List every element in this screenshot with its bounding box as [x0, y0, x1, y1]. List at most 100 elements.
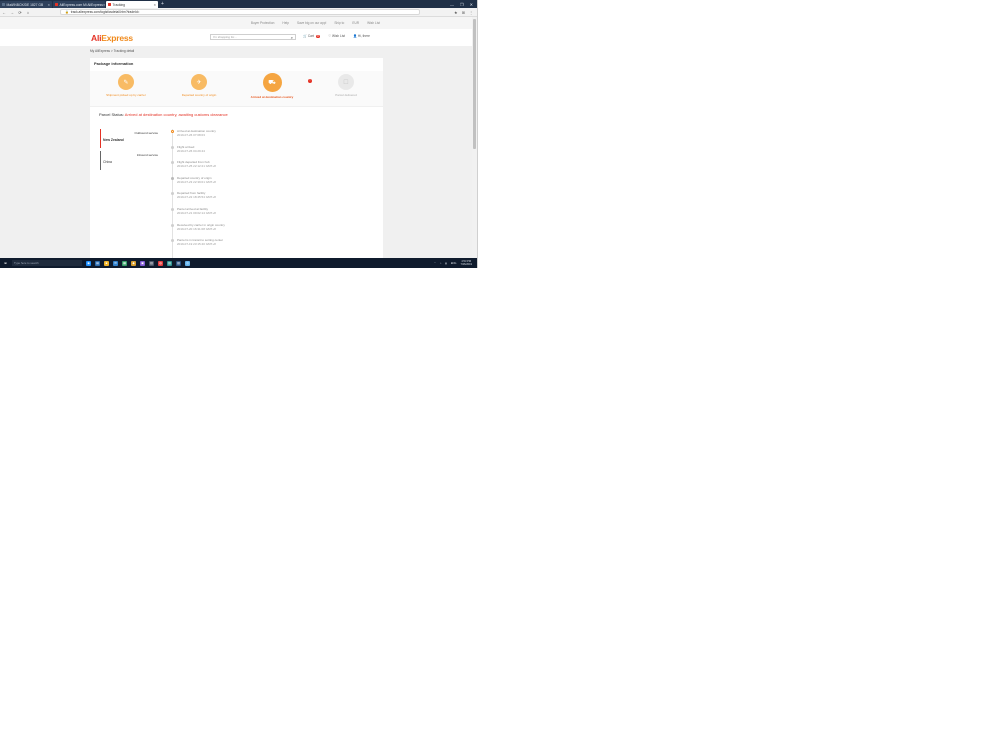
wishlist-top-link[interactable]: Wish List — [367, 21, 380, 25]
user-icon: 👤 — [352, 34, 357, 38]
service-tab-outbound[interactable]: Outbound service New Zealand — [100, 129, 160, 148]
timeline-dot-icon — [171, 239, 174, 243]
battery-icon[interactable]: ▮ — [445, 262, 446, 265]
url-field[interactable]: 🔒 track.aliexpress.com/logisticsdetail.h… — [60, 9, 420, 15]
parcel-status-panel: Parcel Status: Arrived at destination co… — [90, 107, 383, 259]
tab-label: Tracking — [112, 2, 126, 7]
wishlist-button[interactable]: ♡ Wish List — [328, 34, 345, 38]
service-tab-type: Outbound service — [134, 131, 158, 135]
step-delivered: ☐ Parcel delivered — [316, 74, 376, 97]
search-icon[interactable]: ⌕ — [291, 35, 293, 40]
site-top-nav: Buyer Protection Help Save big on our ap… — [0, 17, 472, 29]
timeline-event: Parcel is in transit to sorting center 2… — [171, 238, 373, 254]
breadcrumb[interactable]: My AliExpress > Tracking detail — [90, 49, 134, 53]
timeline-event: Departed country of origin 2019-07-23 22… — [171, 176, 373, 192]
taskbar-app-icon[interactable]: ▥ — [149, 260, 154, 266]
service-tab-inbound[interactable]: Inbound service China — [100, 151, 160, 170]
timeline-dot-icon — [171, 207, 174, 211]
tab-strip: Mail/INBOX/DE 1827 GB ✕ AliExpress.com M… — [0, 0, 477, 8]
step-picked-up: ✎ Shipment picked up by carrier — [96, 74, 156, 97]
timeline-dot-icon — [171, 161, 174, 165]
parcel-status-label: Parcel Status: — [99, 112, 124, 117]
timeline-event: Departed from facility 2019-07-22 18:45:… — [171, 191, 373, 207]
home-icon[interactable]: ⌂ — [24, 10, 32, 15]
alert-badge[interactable]: ! — [308, 79, 312, 83]
timeline-event: Flight departed from hub 2019-07-25 22:1… — [171, 160, 373, 176]
mail-favicon-icon — [2, 3, 5, 6]
parcel-status: Parcel Status: Arrived at destination co… — [99, 112, 228, 117]
taskbar-app-icon[interactable]: ▦ — [122, 260, 127, 266]
aliexpress-logo[interactable]: AliExpress — [91, 33, 133, 43]
tracking-timeline: Arrived at destination country 2019-07-2… — [171, 129, 373, 259]
taskbar-app-icon[interactable]: ▣ — [140, 260, 145, 266]
tab-tracking[interactable]: Tracking ✕ — [106, 1, 158, 8]
page-scrollbar[interactable] — [472, 17, 477, 258]
cart-label: Cart — [307, 34, 314, 38]
new-tab-button[interactable]: + — [159, 1, 166, 8]
language-indicator[interactable]: ENG — [451, 262, 457, 265]
timeline-dot-icon — [171, 145, 174, 149]
taskbar-app-icon[interactable]: ✉ — [113, 260, 118, 266]
help-link[interactable]: Help — [282, 21, 289, 25]
volume-icon[interactable]: ♪ — [440, 262, 441, 265]
clock-date: 7/26/2019 — [460, 263, 472, 266]
plane-icon: ✈ — [191, 74, 207, 90]
step-label: Arrived at destination country — [250, 95, 294, 99]
search-placeholder: I'm shopping for... — [213, 35, 237, 39]
tab-label: Mail/INBOX/DE 1827 GB — [6, 2, 44, 7]
maximize-icon[interactable]: ❐ — [460, 2, 464, 7]
browser-toolbar-icons: ★ ⊞ ⋮ — [454, 10, 477, 15]
taskbar-app-icon[interactable]: ◉ — [86, 260, 91, 266]
minimize-icon[interactable]: — — [450, 2, 454, 7]
menu-icon[interactable]: ⋮ — [469, 10, 473, 15]
scrollbar-thumb[interactable] — [473, 19, 476, 149]
tab-my-aliexpress[interactable]: AliExpress.com Mi AliExpress ✕ — [53, 1, 105, 8]
buyer-protection-link[interactable]: Buyer Protection — [251, 21, 275, 25]
close-icon[interactable]: ✕ — [153, 3, 156, 7]
taskbar-search-input[interactable]: Type here to search — [12, 260, 82, 266]
taskbar-app-icon[interactable]: ◎ — [185, 260, 190, 266]
system-tray: ⌃ ♪ ▮ ENG 4:53 PM 7/26/2019 — [434, 260, 477, 266]
panel-title: Package information — [94, 61, 134, 66]
close-window-icon[interactable]: ✕ — [470, 2, 473, 7]
header-actions: 🛒 Cart 0 ♡ Wish List 👤 Hi, there — [303, 34, 370, 38]
taskbar-app-icon[interactable]: ◆ — [131, 260, 136, 266]
step-label: Departed country of origin — [181, 93, 217, 97]
search-input[interactable]: I'm shopping for... ⌕ — [210, 34, 296, 40]
bookmark-star-icon[interactable]: ★ — [454, 10, 458, 15]
reload-icon[interactable]: ⟳ — [16, 10, 24, 15]
timeline-dot-icon — [171, 130, 174, 133]
taskbar-app-icon[interactable]: ▨ — [176, 260, 181, 266]
timeline-event: Arrived at destination country 2019-07-2… — [171, 129, 373, 145]
taskbar-app-icon[interactable]: ▧ — [167, 260, 172, 266]
back-icon[interactable]: ← — [0, 10, 8, 15]
service-tab-country: New Zealand — [103, 138, 124, 142]
site-header: AliExpress I'm shopping for... ⌕ 🛒 Cart … — [0, 29, 472, 46]
app-link[interactable]: Save big on our app! — [297, 21, 326, 25]
timeline-event: Parcel arrived at facility 2019-07-21 09… — [171, 207, 373, 223]
timeline-event: Received by carrier in origin country 20… — [171, 223, 373, 239]
timeline-dot-icon — [171, 192, 174, 196]
extensions-icon[interactable]: ⊞ — [462, 10, 465, 15]
shipping-progress: ✎ Shipment picked up by carrier ✈ Depart… — [90, 71, 383, 106]
aliexpress-favicon-icon — [55, 3, 58, 6]
taskbar-app-icon[interactable]: ▤ — [95, 260, 100, 266]
arrival-icon: ⛟ — [262, 73, 282, 92]
currency-selector[interactable]: EUR — [352, 21, 359, 25]
account-button[interactable]: 👤 Hi, there — [353, 34, 370, 38]
forward-icon[interactable]: → — [8, 10, 16, 15]
window-controls: — ❐ ✕ — [450, 0, 477, 8]
tab-mail[interactable]: Mail/INBOX/DE 1827 GB ✕ — [0, 1, 52, 8]
clipboard-icon: ☐ — [338, 74, 354, 90]
taskbar-app-icon[interactable]: ■ — [104, 260, 109, 266]
taskbar-clock[interactable]: 4:53 PM 7/26/2019 — [460, 260, 472, 266]
service-tab-country: China — [103, 160, 112, 164]
timeline-dot-icon — [171, 223, 174, 227]
ship-to-selector[interactable]: Ship to — [334, 21, 344, 25]
close-icon[interactable]: ✕ — [47, 3, 50, 7]
taskbar-app-icon[interactable]: ◍ — [158, 260, 163, 266]
cart-button[interactable]: 🛒 Cart 0 — [303, 34, 321, 38]
close-icon[interactable]: ✕ — [103, 3, 105, 7]
windows-start-icon[interactable]: ⊞ — [3, 261, 8, 266]
tray-expand-icon[interactable]: ⌃ — [434, 262, 436, 265]
